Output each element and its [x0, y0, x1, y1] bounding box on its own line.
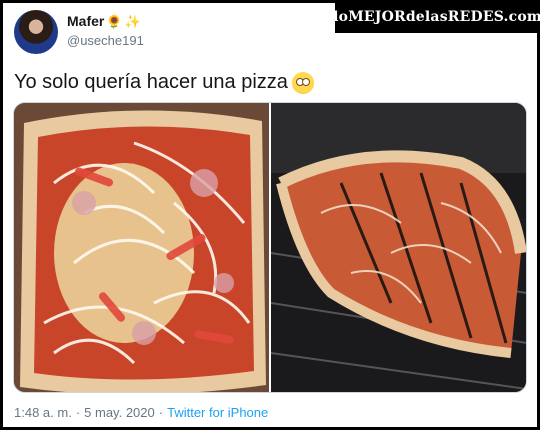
- tweet-text-body: Yo solo quería hacer una pizza: [14, 71, 288, 93]
- meta-separator: ·: [158, 405, 164, 420]
- author-name-row[interactable]: Mafer 🌻 ✨: [67, 13, 141, 29]
- tweet-source-link[interactable]: Twitter for iPhone: [167, 405, 268, 420]
- tweet-card: Mafer 🌻 ✨ @useche191 Yo solo quería hace…: [3, 3, 537, 427]
- sparkles-icon: ✨: [124, 13, 141, 29]
- display-name[interactable]: Mafer: [67, 13, 104, 29]
- watermark-logo: loMEJORdelasREDES.com: [333, 0, 540, 33]
- tweet-text: Yo solo quería hacer una pizza: [14, 71, 314, 94]
- author-handle[interactable]: @useche191: [67, 33, 144, 48]
- pizza-photo[interactable]: [14, 103, 269, 392]
- meta-separator: ·: [75, 405, 81, 420]
- sunflower-icon: 🌻: [106, 13, 123, 29]
- tweet-time[interactable]: 1:48 a. m.: [14, 405, 72, 420]
- avatar[interactable]: [14, 10, 58, 54]
- pizza-in-oven-photo[interactable]: [271, 103, 526, 392]
- tweet-media[interactable]: [13, 102, 527, 393]
- tweet-meta: 1:48 a. m. · 5 may. 2020 · Twitter for i…: [14, 405, 268, 420]
- tweet-date[interactable]: 5 may. 2020: [84, 405, 155, 420]
- pleading-face-icon: [291, 71, 314, 94]
